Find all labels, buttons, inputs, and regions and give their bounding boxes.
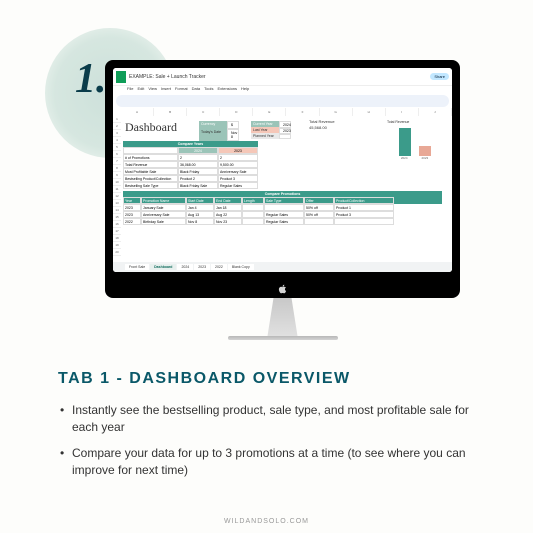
sheet-tabs[interactable]: Front Sale Dashboard 2024 2023 2022 Blan… xyxy=(113,262,452,272)
bullet-1: Instantly see the bestselling product, s… xyxy=(58,402,475,437)
monitor-bezel xyxy=(105,280,460,298)
monitor-stand xyxy=(253,298,313,336)
imac-mockup: EXAMPLE: Sale + Launch Tracker Share Fil… xyxy=(105,60,460,340)
menu-bar[interactable]: FileEditViewInsertFormatDataToolsExtensi… xyxy=(113,86,452,94)
dashboard-title: Dashboard xyxy=(125,120,177,135)
sheets-icon xyxy=(116,71,126,83)
bullet-2: Compare your data for up to 3 promotions… xyxy=(58,445,475,480)
share-button[interactable]: Share xyxy=(430,73,449,80)
monitor-base xyxy=(228,336,338,340)
total-rev-label: Total Revenue xyxy=(309,119,335,124)
apple-logo-icon xyxy=(278,284,287,294)
step-number: 1. xyxy=(75,55,107,103)
compare-promotions-table: Compare Promotions YearPromotion NameSta… xyxy=(123,191,442,225)
sheets-app: EXAMPLE: Sale + Launch Tracker Share Fil… xyxy=(113,68,452,272)
description-block: TAB 1 - DASHBOARD OVERVIEW Instantly see… xyxy=(58,370,475,488)
section-heading: TAB 1 - DASHBOARD OVERVIEW xyxy=(58,370,475,388)
doc-title[interactable]: EXAMPLE: Sale + Launch Tracker xyxy=(129,74,430,80)
toolbar[interactable] xyxy=(116,95,449,107)
revenue-chart: Total Revenue 20242023 xyxy=(387,120,442,165)
footer-credit: WILDANDSOLO.COM xyxy=(0,518,533,525)
total-rev-value: 45,568.00 xyxy=(309,125,327,130)
compare-years-table: Compare Years 20242023 # of Promotions22… xyxy=(123,141,258,189)
spreadsheet-grid[interactable]: ABCDEFGHIJ 12345678910111213141516171819… xyxy=(113,108,452,272)
